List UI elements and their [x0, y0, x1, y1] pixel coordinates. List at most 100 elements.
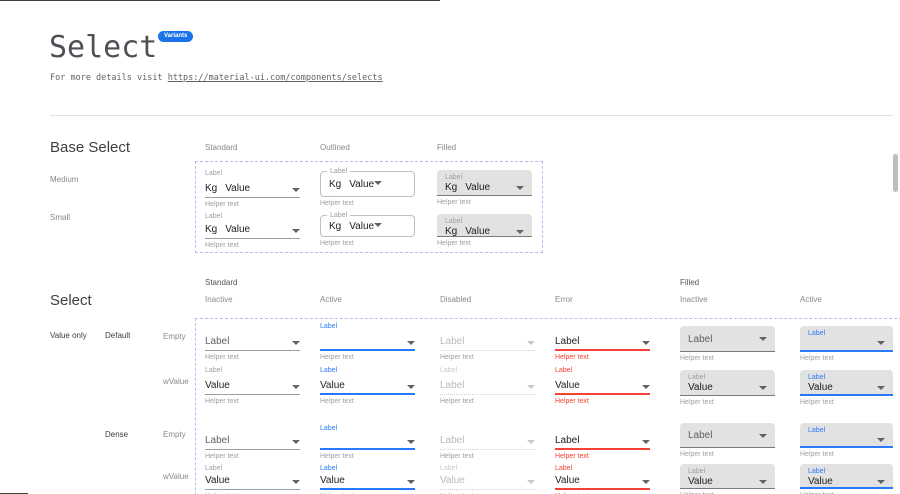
page-title: Select	[49, 30, 157, 65]
select-value: Value	[688, 382, 759, 393]
standard-error-wvalue-select[interactable]: Label Value Helper text	[555, 366, 650, 405]
row-label-empty-dense: Empty	[163, 430, 186, 439]
standard-error-empty-dense-select[interactable]: Label Helper text	[555, 424, 650, 460]
select-label: Label	[555, 464, 650, 473]
base-standard-small-select[interactable]: Label KgValue Helper text	[205, 212, 300, 249]
dropdown-caret-icon	[877, 438, 885, 442]
helper-text: Helper text	[320, 398, 415, 405]
helper-text: Helper text	[680, 399, 775, 406]
select-value: Value	[808, 382, 877, 393]
standard-disabled-empty-dense-select[interactable]: Label Helper text	[440, 424, 535, 460]
filled-active-wvalue-dense-select[interactable]: Label Value Helper text	[800, 464, 893, 494]
dropdown-caret-icon	[642, 440, 650, 444]
standard-disabled-empty-select[interactable]: Label Helper text	[440, 322, 535, 361]
base-standard-medium-select[interactable]: Label KgValue Helper text	[205, 169, 300, 208]
select-placeholder: Label	[440, 336, 527, 347]
select-value: Value	[205, 380, 292, 391]
select-states-dashed-outline	[195, 318, 900, 494]
standard-error-empty-select[interactable]: Label Helper text	[555, 322, 650, 361]
standard-inactive-wvalue-select[interactable]: Label Value Helper text	[205, 366, 300, 405]
helper-text: Helper text	[205, 354, 300, 361]
helper-text: Helper text	[440, 453, 535, 460]
dropdown-caret-icon	[407, 480, 415, 484]
dropdown-caret-icon	[407, 440, 415, 444]
column-header-inactive: Inactive	[205, 295, 233, 304]
scrollbar-thumb[interactable]	[893, 154, 898, 192]
select-label: Label	[205, 212, 300, 221]
select-value: Value	[225, 224, 292, 235]
select-value: Value	[555, 475, 642, 486]
standard-error-wvalue-dense-select[interactable]: Label Value Helper text	[555, 464, 650, 494]
dropdown-caret-icon	[527, 440, 535, 444]
select-label: Label	[445, 173, 524, 182]
material-ui-link[interactable]: https://material-ui.com/components/selec…	[168, 73, 383, 83]
dropdown-caret-icon	[407, 341, 415, 345]
row-label-wvalue-dense: wValue	[163, 472, 189, 481]
select-value: Value	[205, 475, 292, 486]
standard-inactive-wvalue-dense-select[interactable]: Label Value Helper text	[205, 464, 300, 494]
dropdown-caret-icon	[292, 341, 300, 345]
helper-text: Helper text	[555, 354, 650, 361]
row-label-dense: Dense	[105, 430, 128, 439]
standard-inactive-empty-dense-select[interactable]: Label Helper text	[205, 424, 300, 460]
helper-text: Helper text	[320, 200, 415, 207]
standard-disabled-wvalue-select[interactable]: Label Label Helper text	[440, 366, 535, 405]
select-label: Label	[320, 322, 415, 331]
helper-text: Helper text	[800, 451, 893, 458]
select-value: Value	[349, 221, 374, 232]
select-label: Label	[688, 467, 767, 476]
adornment-kg: Kg	[445, 226, 457, 237]
standard-active-empty-dense-select[interactable]: Label Helper text	[320, 424, 415, 460]
column-header-standard: Standard	[205, 143, 237, 152]
select-value: Value	[688, 476, 759, 487]
adornment-kg: Kg	[205, 183, 217, 194]
select-label: Label	[440, 464, 535, 473]
select-label: Label	[440, 366, 535, 375]
helper-text: Helper text	[440, 354, 535, 361]
select-value: Value	[465, 182, 516, 193]
column-header-filled-active: Active	[800, 295, 822, 304]
column-header-disabled: Disabled	[440, 295, 471, 304]
helper-text: Helper text	[680, 451, 775, 458]
base-filled-medium-select[interactable]: Label KgValue Helper text	[437, 170, 532, 206]
select-placeholder: Label	[440, 435, 527, 446]
filled-inactive-wvalue-select[interactable]: Label Value Helper text	[680, 370, 775, 406]
row-label-medium: Medium	[50, 175, 78, 184]
filled-active-wvalue-select[interactable]: Label Value Helper text	[800, 370, 893, 406]
dropdown-caret-icon	[759, 337, 767, 341]
filled-inactive-empty-dense-select[interactable]: Label Helper text	[680, 423, 775, 458]
base-filled-small-select[interactable]: Label KgValue Helper text	[437, 214, 532, 247]
dropdown-caret-icon	[374, 223, 382, 227]
dropdown-caret-icon	[877, 480, 885, 484]
filled-active-empty-select[interactable]: Label Helper text	[800, 326, 893, 362]
select-placeholder: Label	[555, 435, 642, 446]
dropdown-caret-icon	[407, 385, 415, 389]
helper-text: Helper text	[680, 355, 775, 362]
row-label-default: Default	[105, 331, 130, 340]
standard-disabled-wvalue-dense-select[interactable]: Label Value Helper text	[440, 464, 535, 494]
standard-active-wvalue-dense-select[interactable]: Label Value Helper text	[320, 464, 415, 494]
row-label-empty-default: Empty	[163, 332, 186, 341]
dropdown-caret-icon	[759, 480, 767, 484]
standard-active-wvalue-select[interactable]: Label Value Helper text	[320, 366, 415, 405]
select-value: Value	[555, 380, 642, 391]
select-placeholder: Label	[555, 336, 642, 347]
helper-text: Helper text	[437, 199, 532, 206]
dropdown-caret-icon	[642, 480, 650, 484]
filled-inactive-wvalue-dense-select[interactable]: Label Value Helper text	[680, 464, 775, 494]
select-placeholder: Label	[205, 435, 292, 446]
helper-text: Helper text	[205, 453, 300, 460]
base-outlined-small-select[interactable]: LabelKgValue Helper text	[320, 215, 415, 247]
select-label: Label	[320, 424, 415, 433]
select-label: Label	[205, 366, 300, 375]
select-label: Label	[205, 169, 300, 178]
adornment-kg: Kg	[329, 221, 341, 232]
standard-inactive-empty-select[interactable]: Label Helper text	[205, 322, 300, 361]
helper-text: Helper text	[800, 399, 893, 406]
base-outlined-medium-select[interactable]: LabelKgValue Helper text	[320, 171, 415, 207]
select-label: Label	[327, 167, 350, 176]
standard-active-empty-select[interactable]: Label Helper text	[320, 322, 415, 361]
filled-inactive-empty-select[interactable]: Label Helper text	[680, 326, 775, 362]
select-placeholder: Label	[688, 334, 759, 345]
filled-active-empty-dense-select[interactable]: Label Helper text	[800, 423, 893, 458]
